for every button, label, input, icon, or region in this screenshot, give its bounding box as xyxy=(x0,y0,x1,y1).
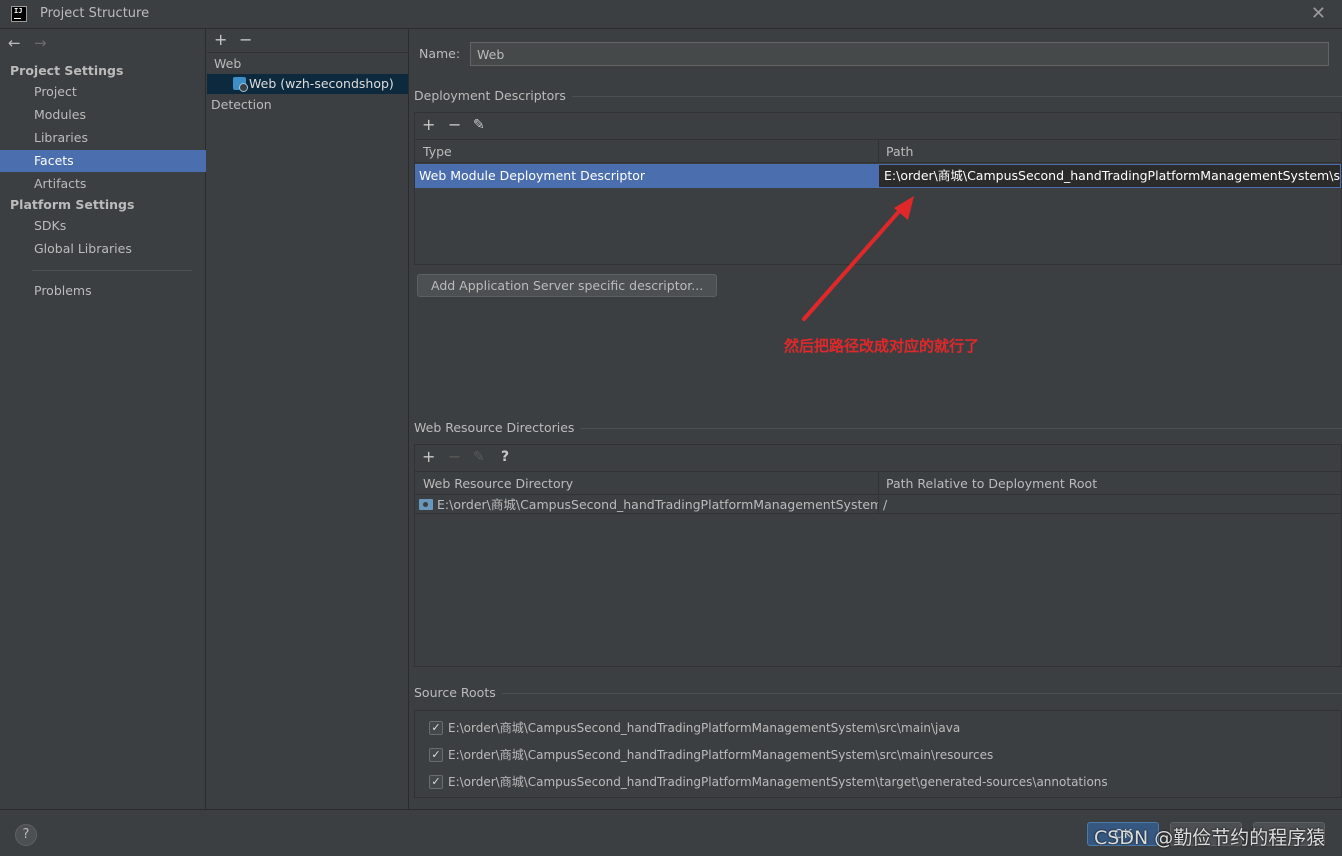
platform-settings-header: Platform Settings xyxy=(10,197,135,212)
sidebar-item-artifacts[interactable]: Artifacts xyxy=(0,173,206,195)
source-roots-separator xyxy=(500,693,1342,694)
watermark: CSDN @勤俭节约的程序猿 xyxy=(1094,827,1326,849)
sidebar-item-modules[interactable]: Modules xyxy=(0,104,206,126)
close-icon[interactable]: ✕ xyxy=(1311,3,1326,24)
source-root-checkbox[interactable]: ✓ xyxy=(429,721,443,735)
source-roots-title: Source Roots xyxy=(414,685,502,700)
intellij-logo-icon: IJ xyxy=(11,6,27,22)
deployment-descriptors-separator xyxy=(560,96,1342,97)
add-facet-button[interactable]: + xyxy=(214,30,227,50)
descriptors-table-header: Type Path xyxy=(415,139,1341,163)
title-bar: IJ Project Structure ✕ xyxy=(0,0,1342,29)
descriptor-path-cell-editing[interactable]: E:\order\商城\CampusSecond_handTradingPlat… xyxy=(878,164,1341,188)
relative-path-cell[interactable]: / xyxy=(878,496,1341,514)
source-root-path: E:\order\商城\CampusSecond_handTradingPlat… xyxy=(448,748,994,762)
source-roots-list: ✓ E:\order\商城\CampusSecond_handTradingPl… xyxy=(414,710,1342,798)
sidebar-divider xyxy=(32,270,192,271)
detection-item[interactable]: Detection xyxy=(211,95,406,115)
name-field[interactable] xyxy=(470,42,1329,66)
dialog-footer: ? OK CSDN @勤俭节约的程序猿 xyxy=(0,809,1342,856)
sidebar-item-project[interactable]: Project xyxy=(0,81,206,103)
facet-group-web[interactable]: Web xyxy=(214,54,409,74)
web-facet-icon xyxy=(233,77,248,92)
facet-web-item[interactable]: Web (wzh-secondshop) xyxy=(207,74,408,94)
sidebar-item-global-libraries[interactable]: Global Libraries xyxy=(0,238,206,260)
web-resources-table-header: Web Resource Directory Path Relative to … xyxy=(415,471,1341,495)
name-label: Name: xyxy=(419,46,461,61)
remove-facet-button[interactable]: − xyxy=(239,30,252,50)
edit-web-resource-icon[interactable]: ✎ xyxy=(473,447,485,467)
window-title: Project Structure xyxy=(40,6,150,21)
source-root-checkbox[interactable]: ✓ xyxy=(429,748,443,762)
help-button[interactable]: ? xyxy=(15,824,37,846)
descriptor-type-cell[interactable]: Web Module Deployment Descriptor xyxy=(415,164,878,188)
sidebar-item-facets[interactable]: Facets xyxy=(0,150,206,172)
web-folder-icon xyxy=(419,499,433,510)
sidebar-item-libraries[interactable]: Libraries xyxy=(0,127,206,149)
facets-toolbar: + − xyxy=(207,29,409,53)
sidebar-item-problems[interactable]: Problems xyxy=(0,280,206,302)
add-web-resource-button[interactable]: + xyxy=(422,447,435,467)
table-row[interactable]: Web Module Deployment Descriptor E:\orde… xyxy=(415,164,1341,188)
source-root-path: E:\order\商城\CampusSecond_handTradingPlat… xyxy=(448,775,1108,789)
column-header-relative-path[interactable]: Path Relative to Deployment Root xyxy=(878,472,1340,495)
web-resource-directories-title: Web Resource Directories xyxy=(414,420,581,435)
facet-settings-panel: Name: Deployment Descriptors + − ✎ Type … xyxy=(410,29,1342,809)
web-resource-directories-table: + − ✎ ? Web Resource Directory Path Rela… xyxy=(414,444,1342,667)
annotation-arrow-icon xyxy=(802,196,914,321)
source-root-path: E:\order\商城\CampusSecond_handTradingPlat… xyxy=(448,721,961,735)
web-resource-directory-cell[interactable]: E:\order\商城\CampusSecond_handTradingPlat… xyxy=(415,496,878,514)
web-resource-directories-separator xyxy=(570,428,1342,429)
settings-sidebar: ← → Project Settings Project Modules Lib… xyxy=(0,29,206,809)
deployment-descriptors-title: Deployment Descriptors xyxy=(414,88,572,103)
add-application-server-descriptor-button[interactable]: Add Application Server specific descript… xyxy=(417,274,718,297)
table-row[interactable]: E:\order\商城\CampusSecond_handTradingPlat… xyxy=(415,496,1341,514)
project-settings-header: Project Settings xyxy=(10,63,124,78)
facet-web-item-label: Web (wzh-secondshop) xyxy=(249,76,394,91)
sidebar-item-sdks[interactable]: SDKs xyxy=(0,215,206,237)
add-descriptor-button[interactable]: + xyxy=(422,115,435,135)
column-header-path[interactable]: Path xyxy=(878,140,1340,163)
back-arrow-icon[interactable]: ← xyxy=(8,34,21,52)
facets-tree-panel: + − Web Web (wzh-secondshop) Detection xyxy=(207,29,409,809)
column-header-type[interactable]: Type xyxy=(415,140,877,163)
web-resource-directory-path: E:\order\商城\CampusSecond_handTradingPlat… xyxy=(437,497,878,512)
deployment-descriptors-toolbar: + − ✎ xyxy=(415,113,1341,137)
annotation-text: 然后把路径改成对应的就行了 xyxy=(784,337,980,355)
forward-arrow-icon[interactable]: → xyxy=(34,34,47,52)
remove-descriptor-button[interactable]: − xyxy=(448,115,461,135)
help-icon[interactable]: ? xyxy=(501,447,509,467)
edit-descriptor-icon[interactable]: ✎ xyxy=(473,115,485,135)
source-root-checkbox[interactable]: ✓ xyxy=(429,775,443,789)
web-resources-toolbar: + − ✎ ? xyxy=(415,445,1341,469)
column-header-web-resource-directory[interactable]: Web Resource Directory xyxy=(415,472,877,495)
remove-web-resource-button[interactable]: − xyxy=(448,447,461,467)
